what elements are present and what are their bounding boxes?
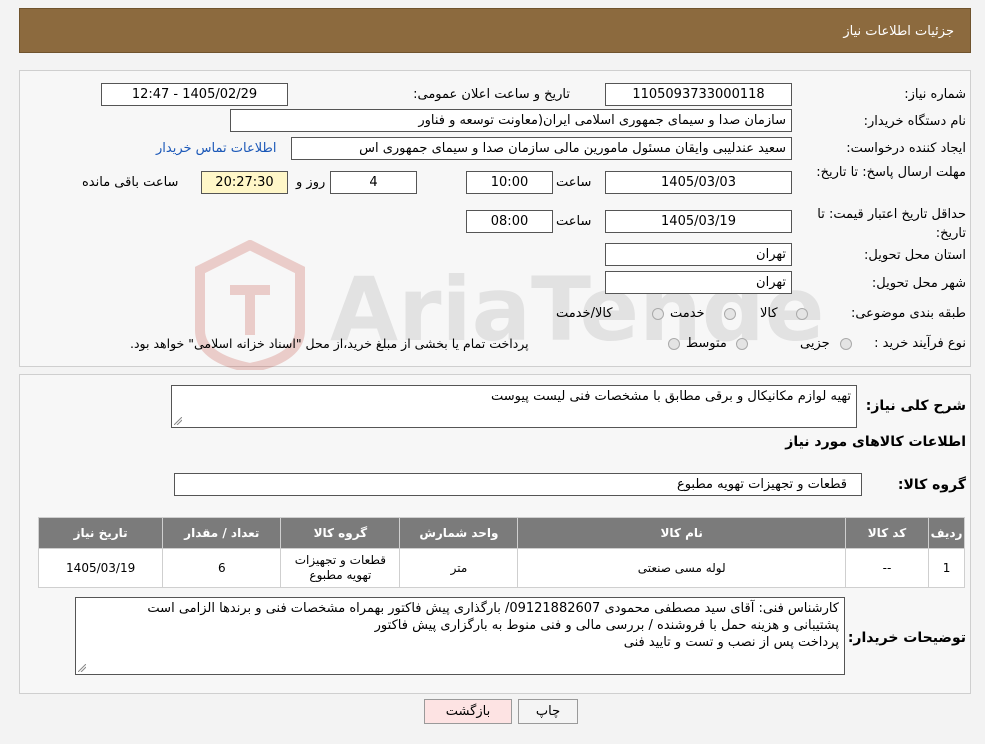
process-option-minor: جزیی xyxy=(800,336,830,351)
goods-info-title: اطلاعات کالاهای مورد نیاز xyxy=(785,434,966,450)
buyer-label: نام دستگاه خریدار: xyxy=(863,114,966,129)
col-header-code: کد کالا xyxy=(844,517,930,549)
goods-group-label: گروه کالا: xyxy=(897,477,966,493)
col-header-date: تاریخ نیاز xyxy=(37,517,164,549)
col-header-quantity: تعداد / مقدار xyxy=(162,517,282,549)
cell-quantity: 6 xyxy=(162,548,282,588)
remaining-time-field: 20:27:30 xyxy=(201,171,288,194)
city-field: تهران xyxy=(605,271,792,294)
validity-label: حداقل تاریخ اعتبار قیمت: تا تاریخ: xyxy=(817,207,966,241)
buyer-notes-line-3: پرداخت پس از نصب و تست و تایید فنی xyxy=(623,635,839,650)
validity-time-field: 08:00 xyxy=(466,210,553,233)
buyer-notes-line-1: کارشناس فنی: آقای سید مصطفی محمودی 09121… xyxy=(147,601,839,616)
creator-field: سعید عندلیبی وایقان مسئول مامورین مالی س… xyxy=(291,137,792,160)
need-number-field: 1105093733000118 xyxy=(605,83,792,106)
deadline-label: مهلت ارسال پاسخ: تا تاریخ: xyxy=(816,165,966,180)
col-header-row-no: ردیف xyxy=(928,517,965,549)
col-header-unit: واحد شمارش xyxy=(399,517,519,549)
buyer-notes-line-2: پشتیبانی و هزینه حمل با فروشنده / بررسی … xyxy=(374,618,839,633)
category-radio-goods[interactable] xyxy=(796,308,808,320)
category-label: طبقه بندی موضوعی: xyxy=(850,306,966,321)
province-label: استان محل تحویل: xyxy=(864,248,966,263)
print-button[interactable]: چاپ xyxy=(518,699,578,724)
cell-name: لوله مسی صنعتی xyxy=(517,548,846,588)
cell-unit: متر xyxy=(399,548,519,588)
category-radio-goods-service[interactable] xyxy=(652,308,664,320)
buyer-notes-label: توضیحات خریدار: xyxy=(847,630,966,646)
process-radio-medium[interactable] xyxy=(736,338,748,350)
creator-label: ایجاد کننده درخواست: xyxy=(846,141,966,156)
page-title: جزئیات اطلاعات نیاز xyxy=(843,24,954,39)
table-header-row: ردیف کد کالا نام کالا واحد شمارش گروه کا… xyxy=(37,517,965,549)
col-header-name: نام کالا xyxy=(517,517,846,549)
process-radio-minor[interactable] xyxy=(840,338,852,350)
process-checkbox-treasury[interactable] xyxy=(668,338,680,350)
validity-date-field: 1405/03/19 xyxy=(605,210,792,233)
deadline-date-field: 1405/03/03 xyxy=(605,171,792,194)
category-radio-service[interactable] xyxy=(724,308,736,320)
goods-group-field: قطعات و تجهیزات تهویه مطبوع xyxy=(174,473,862,496)
remaining-label: ساعت باقی مانده xyxy=(82,175,179,190)
category-option-goods-service: کالا/خدمت xyxy=(556,306,613,321)
page-header: جزئیات اطلاعات نیاز xyxy=(19,8,971,53)
validity-time-word: ساعت xyxy=(556,214,592,229)
col-header-group: گروه کالا xyxy=(280,517,401,549)
days-word: روز و xyxy=(296,175,326,190)
resize-grip-icon[interactable] xyxy=(78,664,86,672)
process-label: نوع فرآیند خرید : xyxy=(874,336,966,351)
province-field: تهران xyxy=(605,243,792,266)
cell-code: -- xyxy=(844,548,930,588)
deadline-time-field: 10:00 xyxy=(466,171,553,194)
category-option-goods: کالا xyxy=(760,306,778,321)
remaining-days-field: 4 xyxy=(330,171,417,194)
buyer-contact-link[interactable]: اطلاعات تماس خریدار xyxy=(156,141,276,156)
deadline-time-word: ساعت xyxy=(556,175,592,190)
description-label: شرح کلی نیاز: xyxy=(865,398,966,414)
process-option-medium: متوسط xyxy=(686,336,727,351)
city-label: شهر محل تحویل: xyxy=(871,276,966,291)
buyer-org-field: سازمان صدا و سیمای جمهوری اسلامی ایران(م… xyxy=(230,109,792,132)
announce-datetime-field: 1405/02/29 - 12:47 xyxy=(101,83,288,106)
cell-row-no: 1 xyxy=(928,548,965,588)
announce-label: تاریخ و ساعت اعلان عمومی: xyxy=(413,87,570,102)
resize-grip-icon[interactable] xyxy=(174,417,182,425)
cell-group: قطعات و تجهیزات تهویه مطبوع xyxy=(280,548,401,588)
cell-date: 1405/03/19 xyxy=(37,548,164,588)
back-button[interactable]: بازگشت xyxy=(424,699,512,724)
category-option-service: خدمت xyxy=(670,306,705,321)
need-number-label: شماره نیاز: xyxy=(904,87,966,102)
description-textarea: تهیه لوازم مکانیکال و برقی مطابق با مشخص… xyxy=(171,385,857,428)
process-treasury-note: پرداخت تمام یا بخشی از مبلغ خرید،از محل … xyxy=(130,336,529,351)
buyer-notes-textarea: کارشناس فنی: آقای سید مصطفی محمودی 09121… xyxy=(75,597,845,675)
goods-table: ردیف کد کالا نام کالا واحد شمارش گروه کا… xyxy=(37,517,965,588)
description-text: تهیه لوازم مکانیکال و برقی مطابق با مشخص… xyxy=(491,389,851,404)
table-row: 1 -- لوله مسی صنعتی متر قطعات و تجهیزات … xyxy=(37,548,965,588)
